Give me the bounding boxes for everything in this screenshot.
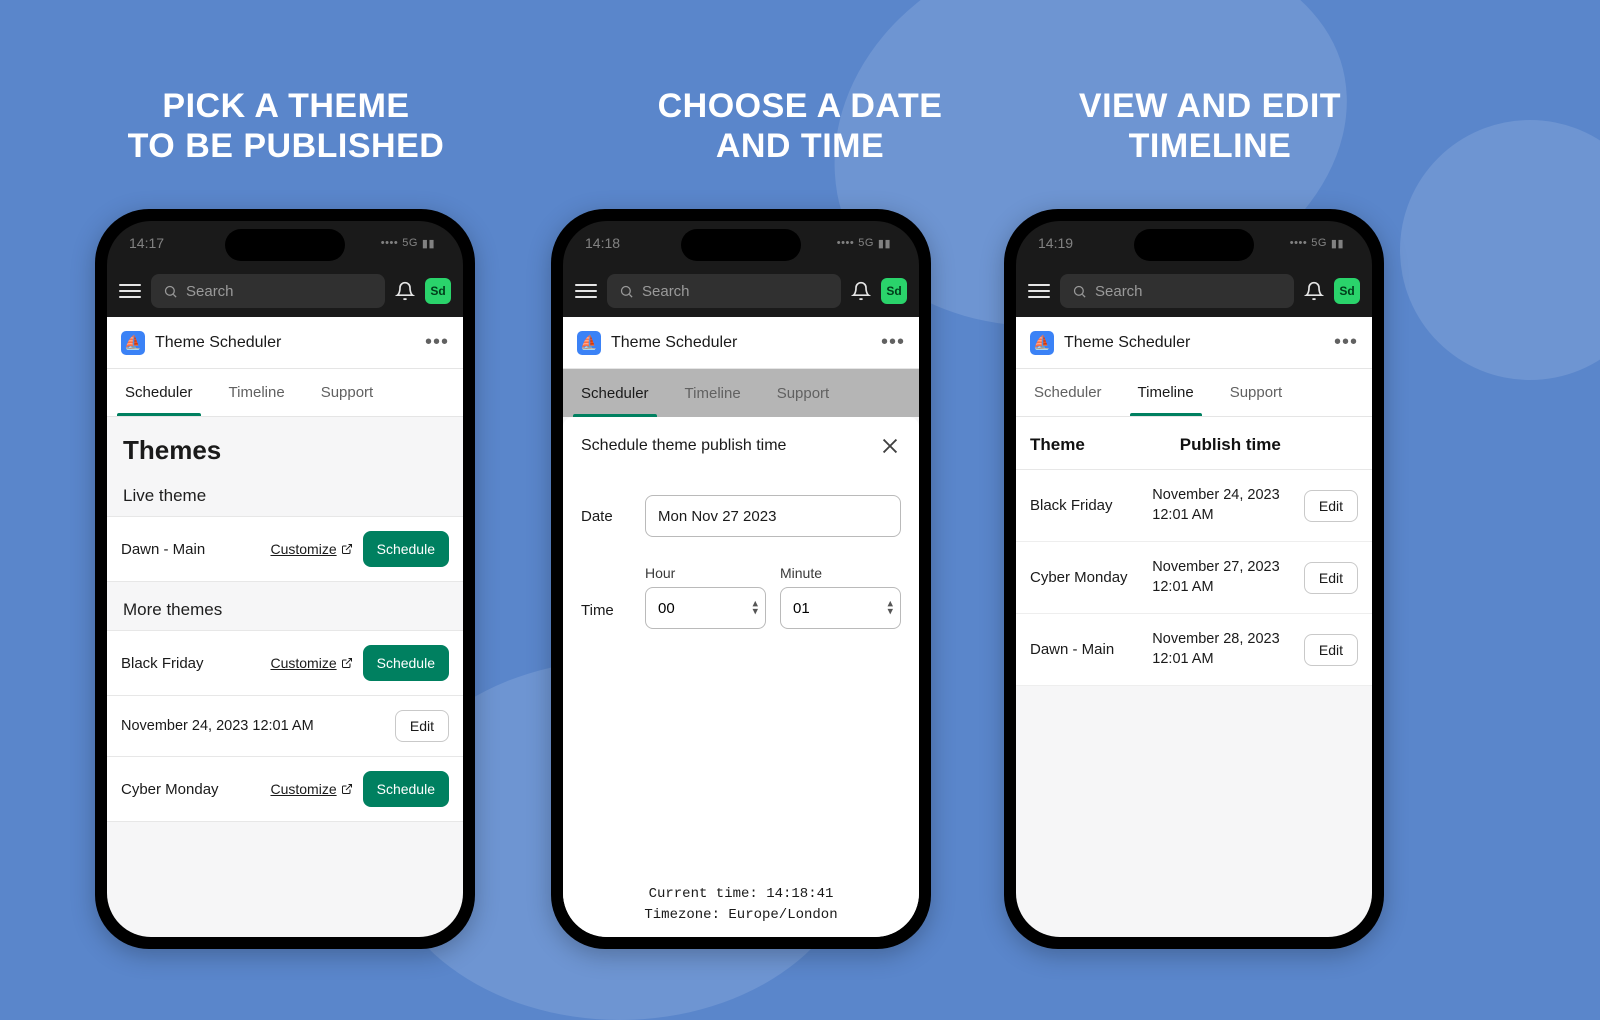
status-clock: 14:19 <box>1038 235 1073 251</box>
avatar[interactable]: Sd <box>425 278 451 304</box>
search-placeholder: Search <box>642 283 690 300</box>
more-themes-heading: More themes <box>107 582 463 630</box>
row-theme: Cyber Monday <box>1030 569 1152 586</box>
status-bar: 14:18 ••••5G▮▮ <box>563 221 919 265</box>
hour-select[interactable]: 00 <box>645 587 766 629</box>
modal-title: Schedule theme publish time <box>581 437 786 455</box>
more-icon[interactable]: ••• <box>425 331 449 354</box>
time-label: Time <box>581 602 629 629</box>
search-input[interactable]: Search <box>1060 274 1294 308</box>
edit-button[interactable]: Edit <box>1304 490 1358 522</box>
date-label: Date <box>581 508 629 525</box>
search-input[interactable]: Search <box>607 274 841 308</box>
scheduled-time: November 24, 2023 12:01 AM <box>121 718 314 734</box>
phone-scheduler: 14:17 ••••5G▮▮ Search Sd ⛵ Theme Schedul… <box>95 209 475 949</box>
app-title: Theme Scheduler <box>611 334 871 352</box>
row-publish: November 24, 2023 12:01 AM <box>1152 486 1304 525</box>
status-net: ••••5G▮▮ <box>381 237 435 250</box>
customize-link[interactable]: Customize <box>270 781 352 797</box>
status-net: ••••5G▮▮ <box>1290 237 1344 250</box>
schedule-modal: Schedule theme publish time Date Time Ho… <box>563 417 919 937</box>
status-clock: 14:17 <box>129 235 164 251</box>
phone-timeline: 14:19 ••••5G▮▮ Search Sd ⛵ Theme Schedul… <box>1004 209 1384 949</box>
avatar[interactable]: Sd <box>881 278 907 304</box>
tab-timeline[interactable]: Timeline <box>1120 369 1212 416</box>
minute-select[interactable]: 01 <box>780 587 901 629</box>
edit-button[interactable]: Edit <box>395 710 449 742</box>
theme-name: Black Friday <box>121 655 260 672</box>
bell-icon[interactable] <box>395 281 415 301</box>
schedule-button[interactable]: Schedule <box>363 645 449 681</box>
theme-name: Cyber Monday <box>121 781 260 798</box>
customize-link[interactable]: Customize <box>270 541 352 557</box>
themes-heading: Themes <box>107 431 463 476</box>
edit-button[interactable]: Edit <box>1304 634 1358 666</box>
timezone: Timezone: Europe/London <box>563 905 919 925</box>
phone-modal: 14:18 ••••5G▮▮ Search Sd ⛵ Theme Schedul… <box>551 209 931 949</box>
app-icon: ⛵ <box>1030 331 1054 355</box>
theme-name: Dawn - Main <box>121 541 260 558</box>
edit-button[interactable]: Edit <box>1304 562 1358 594</box>
col-theme: Theme <box>1030 435 1180 455</box>
app-icon: ⛵ <box>577 331 601 355</box>
more-icon[interactable]: ••• <box>1334 331 1358 354</box>
tab-timeline[interactable]: Timeline <box>667 369 759 417</box>
caption-2: CHOOSE A DATEAND TIME <box>590 86 1010 166</box>
tab-scheduler[interactable]: Scheduler <box>107 369 211 416</box>
timeline-row: Cyber Monday November 27, 2023 12:01 AM … <box>1016 542 1372 614</box>
status-clock: 14:18 <box>585 235 620 251</box>
schedule-button[interactable]: Schedule <box>363 771 449 807</box>
timeline-row: Dawn - Main November 28, 2023 12:01 AM E… <box>1016 614 1372 686</box>
tab-scheduler[interactable]: Scheduler <box>1016 369 1120 416</box>
tab-support[interactable]: Support <box>759 369 848 417</box>
status-bar: 14:19 ••••5G▮▮ <box>1016 221 1372 265</box>
external-icon <box>341 657 353 669</box>
avatar[interactable]: Sd <box>1334 278 1360 304</box>
row-publish: November 27, 2023 12:01 AM <box>1152 558 1304 597</box>
app-title: Theme Scheduler <box>155 334 415 352</box>
customize-link[interactable]: Customize <box>270 655 352 671</box>
caption-1: PICK A THEMETO BE PUBLISHED <box>76 86 496 166</box>
bell-icon[interactable] <box>851 281 871 301</box>
close-icon[interactable] <box>879 435 901 457</box>
status-net: ••••5G▮▮ <box>837 237 891 250</box>
tab-scheduler[interactable]: Scheduler <box>563 369 667 417</box>
search-input[interactable]: Search <box>151 274 385 308</box>
menu-icon[interactable] <box>119 280 141 302</box>
date-input[interactable] <box>645 495 901 537</box>
tab-timeline[interactable]: Timeline <box>211 369 303 416</box>
schedule-button[interactable]: Schedule <box>363 531 449 567</box>
status-bar: 14:17 ••••5G▮▮ <box>107 221 463 265</box>
more-icon[interactable]: ••• <box>881 331 905 354</box>
search-placeholder: Search <box>1095 283 1143 300</box>
row-theme: Black Friday <box>1030 497 1152 514</box>
search-icon <box>163 284 178 299</box>
menu-icon[interactable] <box>1028 280 1050 302</box>
caption-3: VIEW AND EDITTIMELINE <box>1000 86 1420 166</box>
timeline-row: Black Friday November 24, 2023 12:01 AM … <box>1016 470 1372 542</box>
menu-icon[interactable] <box>575 280 597 302</box>
bell-icon[interactable] <box>1304 281 1324 301</box>
row-theme: Dawn - Main <box>1030 641 1152 658</box>
search-placeholder: Search <box>186 283 234 300</box>
app-title: Theme Scheduler <box>1064 334 1324 352</box>
live-theme-heading: Live theme <box>107 476 463 516</box>
search-icon <box>1072 284 1087 299</box>
external-icon <box>341 543 353 555</box>
current-time: Current time: 14:18:41 <box>563 884 919 904</box>
col-publish: Publish time <box>1180 435 1358 455</box>
search-icon <box>619 284 634 299</box>
minute-label: Minute <box>780 565 901 581</box>
row-publish: November 28, 2023 12:01 AM <box>1152 630 1304 669</box>
external-icon <box>341 783 353 795</box>
hour-label: Hour <box>645 565 766 581</box>
tab-support[interactable]: Support <box>303 369 392 416</box>
app-icon: ⛵ <box>121 331 145 355</box>
tab-support[interactable]: Support <box>1212 369 1301 416</box>
